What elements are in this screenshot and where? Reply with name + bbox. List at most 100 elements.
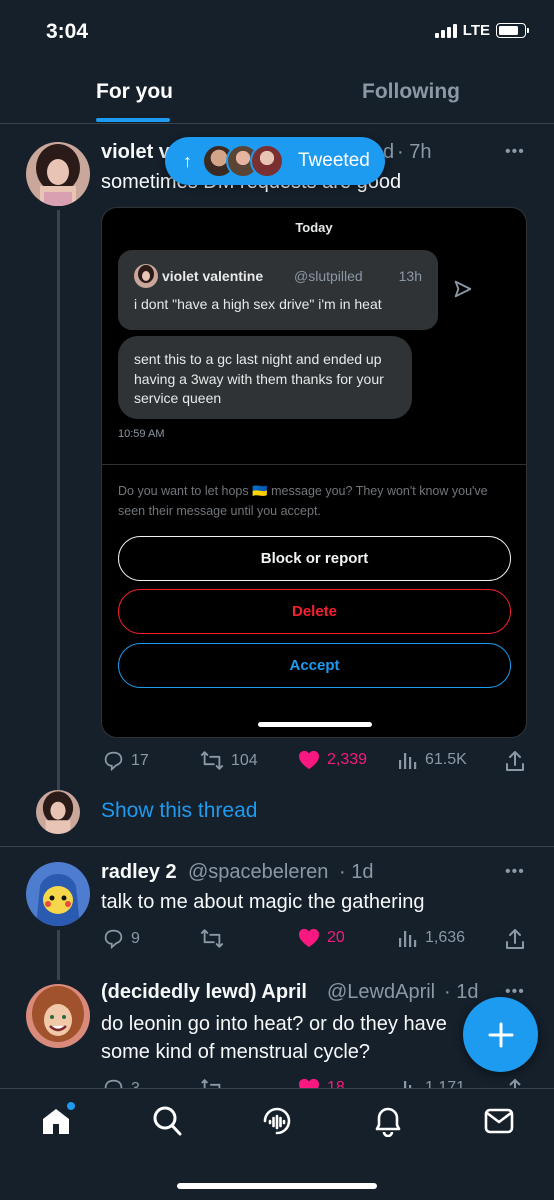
reply-icon	[104, 1079, 123, 1088]
avatar[interactable]	[26, 862, 90, 926]
spaces-icon	[263, 1107, 291, 1135]
view-count: 61.5K	[425, 751, 467, 768]
tweet-author-name[interactable]: (decidedly lewd) April	[101, 981, 307, 1004]
avatar	[250, 144, 284, 178]
quoted-avatar	[134, 264, 158, 288]
reply-button[interactable]: 9	[103, 928, 140, 949]
like-count: 18	[327, 1079, 345, 1088]
share-button[interactable]	[505, 1078, 525, 1088]
plus-icon	[488, 1022, 513, 1047]
retweet-count: 104	[231, 751, 258, 769]
accept-button: Accept	[118, 643, 511, 688]
retweet-icon	[201, 1078, 221, 1088]
tweet-author-name[interactable]: radley 2	[101, 861, 177, 884]
like-button[interactable]: 20	[298, 928, 345, 948]
share-icon	[509, 1078, 521, 1088]
new-tweets-pill[interactable]: ↑ Tweeted	[165, 137, 385, 185]
request-prompt: Do you want to let hops 🇺🇦 message you? …	[118, 484, 488, 518]
views-icon	[399, 753, 417, 769]
tweet-text-line-2: some kind of menstrual cycle?	[101, 1041, 371, 1063]
notification-dot	[66, 1101, 76, 1111]
like-button[interactable]: 2,339	[298, 750, 367, 770]
reply-count: 3	[131, 1079, 140, 1089]
more-icon[interactable]: •••	[505, 143, 525, 161]
messages-icon	[484, 1108, 514, 1134]
nav-notifications[interactable]	[374, 1105, 402, 1142]
like-count: 20	[327, 929, 345, 946]
retweet-icon	[200, 751, 224, 770]
tweet-text-line-1: do leonin go into heat? or do they have	[101, 1013, 447, 1035]
quoted-time: 13h	[398, 268, 422, 284]
nav-messages[interactable]	[484, 1105, 514, 1142]
share-arrow-icon	[452, 278, 474, 305]
delete-button: Delete	[118, 589, 511, 634]
share-icon	[506, 929, 524, 949]
tweet-text: talk to me about magic the gathering	[101, 891, 425, 913]
quoted-name: violet valentine	[162, 268, 264, 284]
divider	[102, 464, 526, 465]
reply-button[interactable]: 3	[103, 1078, 140, 1088]
pill-avatars	[202, 144, 284, 178]
message-bubble: sent this to a gc last night and ended u…	[118, 336, 412, 419]
nav-home[interactable]	[40, 1101, 76, 1142]
home-indicator	[177, 1183, 377, 1189]
reply-icon	[104, 751, 123, 771]
quoted-handle: @slutpilled	[294, 268, 363, 284]
reply-count: 9	[131, 929, 140, 947]
divider	[0, 846, 554, 847]
timeline-tabs: For you Following	[0, 64, 554, 124]
arrow-up-icon: ↑	[183, 150, 192, 171]
dm-screenshot-card[interactable]: Today violet valentine @slutpilled 13h i…	[101, 207, 527, 738]
reply-icon	[104, 929, 123, 949]
battery-icon	[496, 23, 529, 38]
avatar[interactable]	[26, 984, 90, 1048]
views-button[interactable]: 61.5K	[398, 750, 467, 770]
nav-search[interactable]	[152, 1105, 182, 1142]
pill-label: Tweeted	[298, 150, 370, 171]
tweet3-actions-clip: 3 18 1,171	[0, 1076, 554, 1088]
heart-icon	[299, 928, 319, 948]
tweet-author-handle: @LewdApril	[327, 981, 436, 1003]
view-count: 1,171	[425, 1079, 466, 1088]
like-count: 2,339	[327, 751, 368, 768]
heart-icon	[299, 750, 319, 770]
views-icon	[399, 931, 417, 947]
view-count: 1,636	[425, 929, 466, 946]
avatar[interactable]	[26, 142, 90, 206]
retweet-button[interactable]	[200, 928, 224, 949]
thread-line	[57, 930, 60, 980]
block-or-report-button: Block or report	[118, 536, 511, 581]
tab-for-you[interactable]: For you	[96, 80, 173, 104]
signal-icon	[434, 23, 457, 38]
tweet-time: · 1d	[339, 861, 374, 883]
like-button[interactable]: 18	[298, 1078, 345, 1088]
tweet-time: · 1d	[444, 981, 479, 1003]
status-bar: 3:04 LTE	[0, 0, 554, 64]
network-label: LTE	[462, 22, 490, 39]
compose-button[interactable]	[463, 997, 538, 1072]
tweet-time: · 7h	[397, 141, 432, 163]
views-button[interactable]: 1,636	[398, 928, 465, 948]
more-icon[interactable]: •••	[505, 863, 525, 881]
show-thread-link[interactable]: Show this thread	[101, 799, 257, 823]
retweet-button[interactable]: 104	[200, 750, 258, 771]
views-icon	[404, 1081, 412, 1088]
nav-spaces[interactable]	[261, 1105, 293, 1142]
tweet-author-handle: @spacebeleren	[188, 861, 329, 883]
retweet-icon	[200, 929, 224, 948]
heart-icon	[299, 1078, 319, 1088]
share-icon	[506, 751, 524, 771]
quoted-text: i dont "have a high sex drive" i'm in he…	[134, 296, 382, 312]
tweet-author-name[interactable]: violet v	[101, 141, 170, 164]
retweet-button[interactable]	[200, 1078, 224, 1088]
reply-button[interactable]: 17	[103, 750, 149, 771]
message-time: 10:59 AM	[118, 428, 165, 440]
thread-line	[57, 210, 60, 792]
share-button[interactable]	[505, 750, 525, 772]
date-label: Today	[295, 220, 333, 235]
tab-following[interactable]: Following	[362, 80, 460, 104]
thread-avatar[interactable]	[36, 790, 80, 834]
home-indicator-graphic	[258, 722, 372, 727]
views-button[interactable]: 1,171	[398, 1078, 465, 1088]
share-button[interactable]	[505, 928, 525, 950]
